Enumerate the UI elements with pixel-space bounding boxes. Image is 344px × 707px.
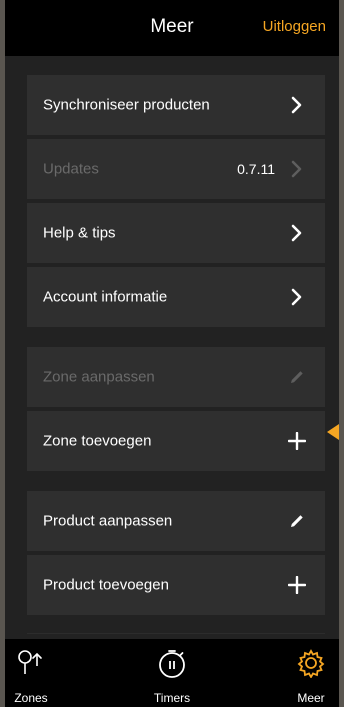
plus-icon bbox=[287, 575, 307, 595]
pencil-icon bbox=[287, 367, 307, 387]
help-row[interactable]: Help & tips bbox=[27, 203, 325, 263]
logout-button[interactable]: Uitloggen bbox=[263, 18, 326, 35]
account-row[interactable]: Account informatie bbox=[27, 267, 325, 327]
add-product-label: Product toevoegen bbox=[43, 576, 169, 594]
sync-products-row[interactable]: Synchroniseer producten bbox=[27, 75, 325, 135]
updates-label: Updates bbox=[43, 160, 99, 178]
tab-bar: Zones Timers Meer bbox=[5, 639, 339, 707]
edit-zone-label: Zone aanpassen bbox=[43, 368, 155, 386]
edit-zone-row: Zone aanpassen bbox=[27, 347, 325, 407]
divider bbox=[27, 633, 325, 634]
screen: Meer Uitloggen Synchroniseer producten U… bbox=[5, 0, 339, 707]
plus-icon bbox=[287, 431, 307, 451]
tab-zones-label: Zones bbox=[14, 691, 48, 705]
gear-icon bbox=[296, 648, 326, 683]
tab-meer[interactable]: Meer bbox=[271, 639, 339, 707]
pointer-arrow-icon bbox=[327, 424, 339, 440]
chevron-right-icon bbox=[287, 95, 307, 115]
add-zone-row[interactable]: Zone toevoegen bbox=[27, 411, 325, 471]
tab-meer-label: Meer bbox=[297, 691, 325, 705]
add-zone-label: Zone toevoegen bbox=[43, 432, 152, 450]
account-label: Account informatie bbox=[43, 288, 168, 306]
tab-timers-label: Timers bbox=[153, 691, 191, 705]
chevron-right-icon bbox=[287, 223, 307, 243]
chevron-right-icon bbox=[287, 159, 307, 179]
edit-product-row[interactable]: Product aanpassen bbox=[27, 491, 325, 551]
pencil-icon bbox=[287, 511, 307, 531]
updates-row: Updates 0.7.11 bbox=[27, 139, 325, 199]
tab-timers[interactable]: Timers bbox=[132, 639, 212, 707]
tab-zones[interactable]: Zones bbox=[5, 639, 71, 707]
timer-icon bbox=[156, 648, 188, 685]
help-label: Help & tips bbox=[43, 224, 116, 242]
header: Meer Uitloggen bbox=[5, 0, 339, 56]
sync-products-label: Synchroniseer producten bbox=[43, 96, 210, 114]
chevron-right-icon bbox=[287, 287, 307, 307]
add-product-row[interactable]: Product toevoegen bbox=[27, 555, 325, 615]
zones-icon bbox=[16, 648, 46, 681]
edit-product-label: Product aanpassen bbox=[43, 512, 173, 530]
version-value: 0.7.11 bbox=[237, 161, 275, 177]
